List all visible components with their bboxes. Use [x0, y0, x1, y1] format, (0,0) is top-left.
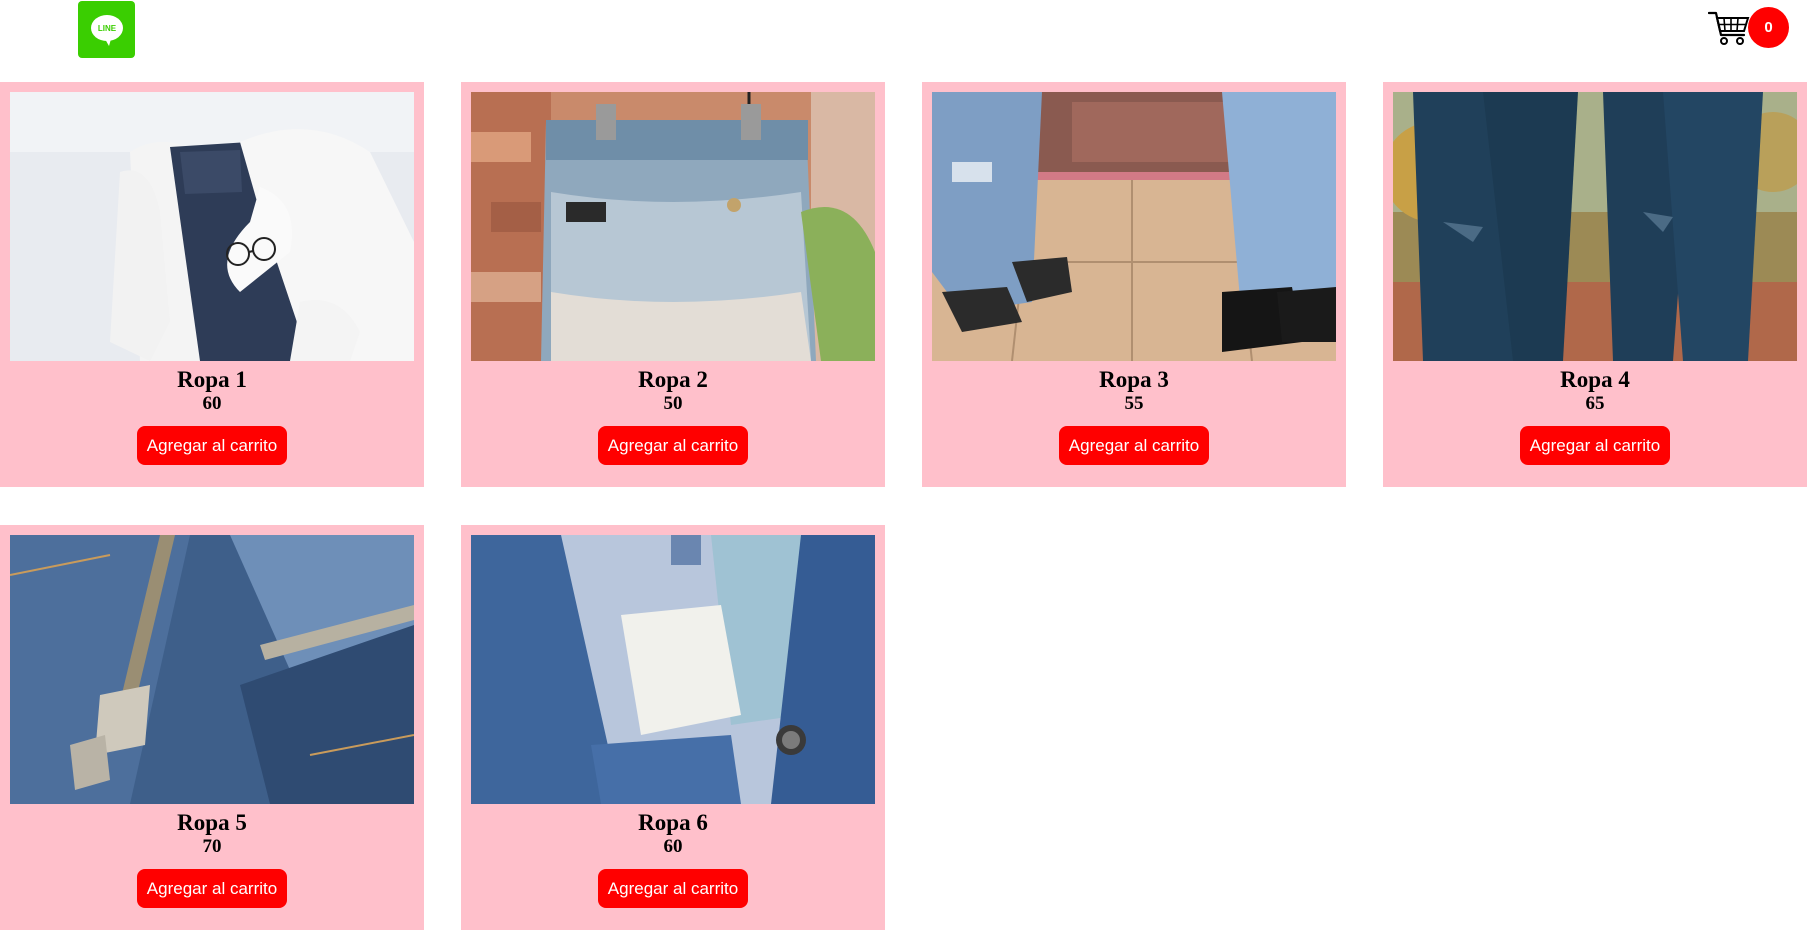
product-image-denim-jacket-label[interactable]: [471, 535, 875, 804]
product-card: Ropa 4 65 Agregar al carrito: [1383, 82, 1807, 487]
product-price: 60: [663, 836, 683, 857]
header: LINE 0: [0, 0, 1819, 70]
add-to-cart-button[interactable]: Agregar al carrito: [597, 426, 749, 465]
product-image-dark-ripped-jeans[interactable]: [1393, 92, 1797, 361]
product-card: Ropa 5 70 Agregar al carrito: [0, 525, 424, 930]
svg-text:LINE: LINE: [97, 24, 116, 33]
product-name: Ropa 1: [177, 367, 247, 392]
product-card: Ropa 6 60 Agregar al carrito: [461, 525, 885, 930]
line-logo-icon[interactable]: LINE: [78, 1, 135, 58]
product-name: Ropa 6: [638, 810, 708, 835]
add-to-cart-button[interactable]: Agregar al carrito: [597, 869, 749, 908]
product-price: 65: [1585, 393, 1605, 414]
shopping-cart-icon[interactable]: [1707, 8, 1750, 48]
add-to-cart-button[interactable]: Agregar al carrito: [136, 869, 288, 908]
product-price: 70: [202, 836, 222, 857]
product-grid: Ropa 1 60 Agregar al carrito Ropa 2 50 A…: [0, 82, 1819, 930]
product-price: 60: [202, 393, 222, 414]
cart-count-badge: 0: [1748, 7, 1789, 48]
product-name: Ropa 5: [177, 810, 247, 835]
product-image-jeans-zipper[interactable]: [10, 535, 414, 804]
product-card: Ropa 2 50 Agregar al carrito: [461, 82, 885, 487]
product-name: Ropa 4: [1560, 367, 1630, 392]
product-card: Ropa 3 55 Agregar al carrito: [922, 82, 1346, 487]
product-name: Ropa 3: [1099, 367, 1169, 392]
product-image-ripped-jeans-sneakers[interactable]: [932, 92, 1336, 361]
product-card: Ropa 1 60 Agregar al carrito: [0, 82, 424, 487]
product-image-white-sweater-jeans[interactable]: [10, 92, 414, 361]
product-price: 50: [663, 393, 683, 414]
add-to-cart-button[interactable]: Agregar al carrito: [1058, 426, 1210, 465]
product-image-hanging-jeans[interactable]: [471, 92, 875, 361]
speech-bubble-icon: LINE: [90, 14, 123, 46]
product-price: 55: [1124, 393, 1144, 414]
add-to-cart-button[interactable]: Agregar al carrito: [136, 426, 288, 465]
product-name: Ropa 2: [638, 367, 708, 392]
add-to-cart-button[interactable]: Agregar al carrito: [1519, 426, 1671, 465]
